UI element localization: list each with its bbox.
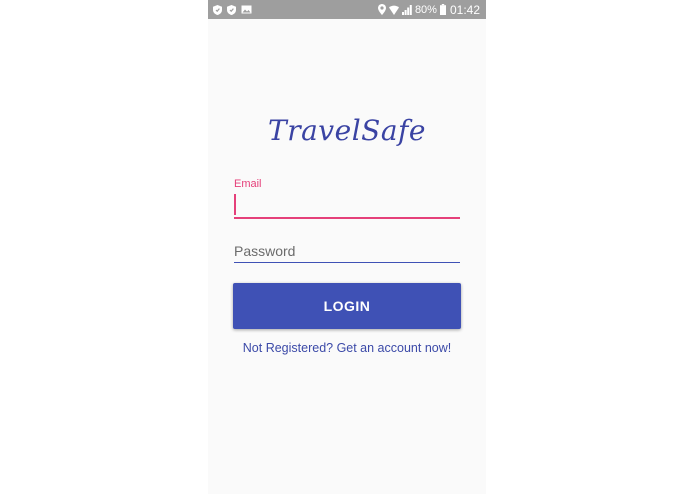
phone-screen: 80% 01:42 TravelSafe Email LOGIN Not Reg…: [208, 0, 486, 494]
clock: 01:42: [449, 2, 480, 17]
wifi-icon: [388, 5, 399, 15]
status-bar-notifications: [213, 4, 257, 15]
battery-percent: 80%: [414, 3, 437, 16]
password-field[interactable]: [234, 240, 460, 263]
shield-icon: [227, 4, 236, 15]
shield-icon: [213, 4, 222, 15]
status-bar-system: 80% 01:42: [375, 3, 480, 17]
app-title: TravelSafe: [268, 114, 426, 147]
battery-icon: [439, 4, 446, 15]
register-link[interactable]: Not Registered? Get an account now!: [208, 341, 486, 355]
location-icon: [377, 4, 386, 15]
status-bar: 80% 01:42: [208, 0, 486, 19]
email-label: Email: [234, 178, 262, 190]
email-field[interactable]: [234, 193, 460, 219]
login-button[interactable]: LOGIN: [233, 283, 461, 329]
password-input[interactable]: [234, 240, 460, 262]
email-input[interactable]: [234, 193, 460, 217]
signal-icon: [401, 4, 412, 15]
image-icon: [241, 5, 252, 14]
